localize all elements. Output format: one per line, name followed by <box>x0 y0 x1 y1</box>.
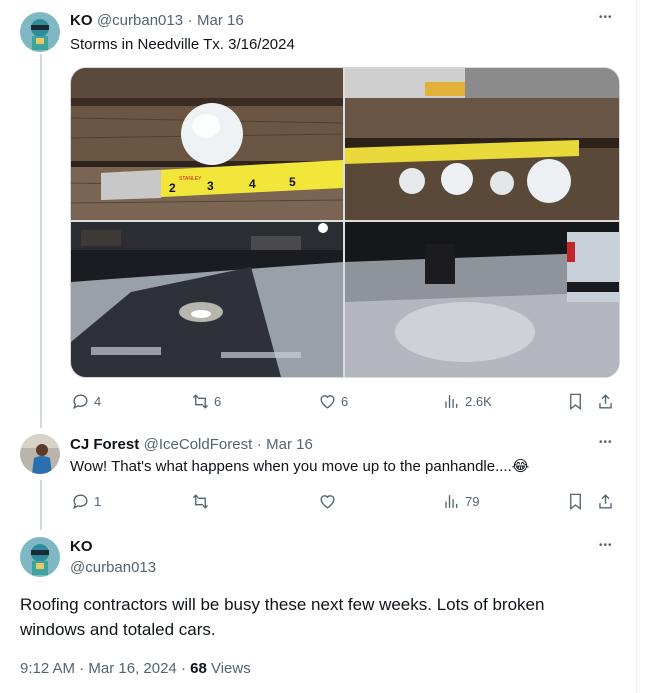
reply-icon <box>72 394 88 410</box>
tweet-text: Storms in Needville Tx. 3/16/2024 <box>70 36 295 53</box>
author-handle[interactable]: @curban013 <box>97 12 183 29</box>
photo-hailstones-row[interactable] <box>345 68 619 220</box>
views-label: Views <box>210 660 251 677</box>
avatar-ko-image <box>20 12 60 52</box>
views-button[interactable]: 79 <box>442 492 479 511</box>
avatar[interactable] <box>20 12 60 52</box>
views-icon <box>445 495 458 508</box>
tweet-time[interactable]: 9:12 AM <box>20 660 75 677</box>
share-button[interactable] <box>596 392 615 411</box>
ruler-number: 5 <box>289 175 296 189</box>
like-button[interactable] <box>318 492 337 511</box>
more-icon[interactable]: ••• <box>599 12 613 23</box>
like-icon <box>320 395 335 409</box>
reply-count: 1 <box>94 494 102 509</box>
tweet-date[interactable]: Mar 16 <box>197 12 244 29</box>
tweet-full-date[interactable]: Mar 16, 2024 <box>88 660 176 677</box>
separator: · <box>256 436 262 453</box>
author-name[interactable]: KO <box>70 538 93 555</box>
tweet-header: KO @curban013 · Mar 16 <box>70 12 244 30</box>
separator: · <box>79 660 85 677</box>
reply-count: 4 <box>94 394 102 409</box>
ruler-brand: STANLEY <box>179 176 202 182</box>
ruler-number: 2 <box>169 181 176 195</box>
avatar-cj-forest-image <box>20 434 60 474</box>
photo-hail-ground[interactable] <box>345 222 619 377</box>
tweet-text-line: Roofing contractors will be busy these n… <box>20 595 545 614</box>
views-count: 68 <box>190 660 207 677</box>
views-icon <box>445 395 458 408</box>
thread-line <box>40 480 42 530</box>
author-name[interactable]: CJ Forest <box>70 436 139 453</box>
reply-button[interactable]: 4 <box>71 392 101 411</box>
views-button[interactable]: 2.6K <box>442 392 492 411</box>
share-icon <box>599 494 612 509</box>
reply-button[interactable]: 1 <box>71 492 101 511</box>
media-grid[interactable]: 2 3 4 5 STANLEY <box>70 67 620 378</box>
like-button[interactable]: 6 <box>318 392 348 411</box>
more-icon[interactable]: ••• <box>599 540 613 551</box>
bookmark-button[interactable] <box>566 492 585 511</box>
ruler-number: 3 <box>207 179 214 193</box>
bookmark-icon <box>570 393 581 410</box>
photo-street-night[interactable] <box>71 222 343 377</box>
retweet-count: 6 <box>214 394 222 409</box>
retweet-button[interactable]: 6 <box>191 392 221 411</box>
tweet-text: Roofing contractors will be busy these n… <box>20 592 620 642</box>
bookmark-icon <box>570 493 581 510</box>
retweet-icon <box>192 494 209 509</box>
tweet-text: Wow! That's what happens when you move u… <box>70 457 529 477</box>
thread-container: KO @curban013 · Mar 16 ••• Storms in Nee… <box>0 0 637 693</box>
tweet-header: CJ Forest @IceColdForest · Mar 16 <box>70 436 313 454</box>
thread-line <box>40 54 42 428</box>
photo-hailstone-ruler[interactable]: 2 3 4 5 STANLEY <box>71 68 343 220</box>
share-icon <box>599 394 612 409</box>
tweet-text-line: windows and totaled cars. <box>20 620 216 639</box>
reply-icon <box>72 494 88 510</box>
avatar[interactable] <box>20 537 60 577</box>
author-handle[interactable]: @IceColdForest <box>144 436 253 453</box>
retweet-icon <box>192 394 209 409</box>
bookmark-button[interactable] <box>566 392 585 411</box>
tweet-date[interactable]: Mar 16 <box>266 436 313 453</box>
views-count: 2.6K <box>465 394 492 409</box>
laughing-emoji-icon: 😂 <box>511 458 530 475</box>
tweet-meta: 9:12 AM · Mar 16, 2024 · 68 Views <box>20 660 251 677</box>
like-icon <box>320 495 335 509</box>
more-icon[interactable]: ••• <box>599 437 613 448</box>
avatar[interactable] <box>20 434 60 474</box>
author-handle[interactable]: @curban013 <box>70 559 156 576</box>
views-count: 79 <box>465 494 480 509</box>
share-button[interactable] <box>596 492 615 511</box>
like-count: 6 <box>341 394 349 409</box>
avatar-ko-image <box>20 537 60 577</box>
ruler-number: 4 <box>249 177 256 191</box>
separator: · <box>180 660 186 677</box>
author-name[interactable]: KO <box>70 12 93 29</box>
tweet-text-body: Wow! That's what happens when you move u… <box>70 458 512 475</box>
separator: · <box>187 12 193 29</box>
retweet-button[interactable] <box>191 492 210 511</box>
